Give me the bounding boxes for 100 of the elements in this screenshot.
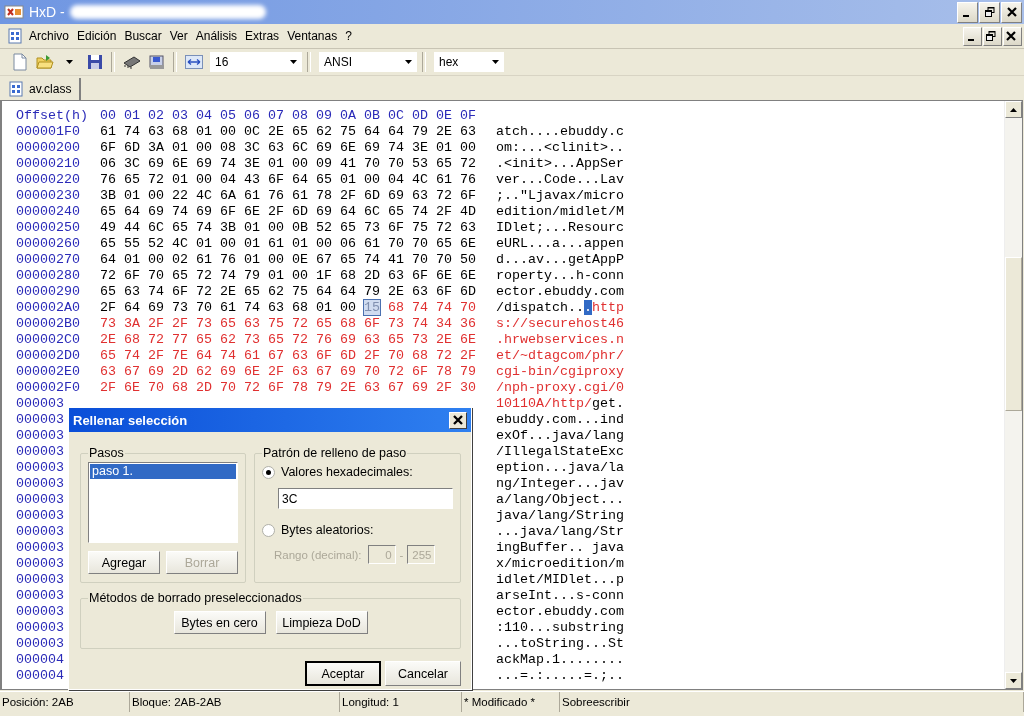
close-button[interactable] — [1003, 26, 1022, 46]
ascii-text: roperty...h-conn — [495, 268, 625, 284]
ascii-text: edition/midlet/M — [495, 204, 625, 220]
offset-label: 000003 — [16, 492, 64, 508]
offset-label: 000002F0 — [16, 380, 80, 396]
close-icon — [1006, 31, 1016, 41]
radio-button[interactable] — [262, 523, 275, 537]
steps-list[interactable]: paso 1. — [88, 462, 238, 543]
ascii-text: .<init>...AppSer — [495, 156, 625, 172]
ascii-text: ector.ebuddy.com — [495, 284, 625, 300]
ascii-text: exOf...java/lang — [495, 428, 625, 444]
menu-item[interactable]: Extras — [241, 27, 284, 45]
offset-label: 000003 — [16, 604, 64, 620]
scrollbar[interactable] — [1004, 101, 1022, 689]
menu-item[interactable]: Análisis — [191, 27, 242, 45]
offset-label: 000003 — [16, 636, 64, 652]
scroll-down-button[interactable] — [1005, 672, 1022, 689]
accept-button[interactable]: Aceptar — [305, 661, 381, 686]
range-label: Rango (decimal): — [274, 548, 362, 561]
preset-button[interactable]: Bytes en cero — [173, 611, 266, 634]
offset-label: 000002D0 — [16, 348, 80, 364]
offset-label: 000003 — [16, 412, 64, 428]
ascii-text: ...java/lang/Str — [495, 524, 625, 540]
offset-label: 00000270 — [16, 252, 80, 268]
window-title: HxD - — [29, 4, 65, 20]
menu-item[interactable]: ? — [341, 27, 356, 45]
offset-label: 000004 — [16, 652, 64, 668]
offset-label: 00000200 — [16, 140, 80, 156]
offset-label: 000003 — [16, 444, 64, 460]
ascii-text: s://securehost46 — [495, 316, 625, 332]
restore-icon — [986, 31, 996, 41]
offset-label: 00000260 — [16, 236, 80, 252]
hex-bytes: 64 01 00 02 61 76 01 00 0E 67 65 74 41 70 70 50 — [100, 252, 477, 268]
offset-label: 000002A0 — [16, 300, 80, 316]
restore-button[interactable] — [979, 1, 1000, 23]
hex-bytes: 2F 64 69 73 70 61 74 63 68 01 00 15 68 74 74 70 — [100, 300, 477, 316]
bytes-per-row-dropdown[interactable]: 16 — [210, 52, 302, 72]
minimize-icon — [962, 15, 969, 17]
ascii-text: idlet/MIDlet...p — [495, 572, 625, 588]
ascii-text: /IllegalStateExc — [495, 444, 625, 460]
radio-button[interactable] — [262, 465, 275, 479]
minimize-button[interactable] — [957, 1, 978, 23]
menu-item[interactable]: Ventanas — [283, 27, 342, 45]
status-text: Bloque: 2AB-2AB — [130, 692, 340, 712]
close-button[interactable] — [449, 411, 467, 429]
column-header: 00 01 02 03 04 05 06 07 08 09 0A 0B 0C 0D 0E 0F — [100, 108, 477, 122]
hex-bytes: 3B 01 00 22 4C 6A 61 76 61 78 2F 6D 69 63 72 6F — [100, 188, 477, 204]
scrollbar-thumb[interactable] — [1005, 257, 1022, 411]
offset-label: 000003 — [16, 556, 64, 572]
document-icon — [8, 28, 22, 44]
offset-label: 000004 — [16, 668, 64, 684]
menu-item[interactable]: Buscar — [120, 27, 166, 45]
input-field[interactable]: 3C — [278, 488, 453, 509]
restore-icon — [984, 7, 995, 17]
close-button[interactable] — [1001, 1, 1022, 23]
hex-bytes: 2E 68 72 77 65 62 73 65 72 76 69 63 65 73 2E 6E — [100, 332, 477, 348]
hex-bytes: 65 55 52 4C 01 00 01 61 01 00 06 61 70 70 65 6E — [100, 236, 477, 252]
close-icon — [1006, 7, 1017, 17]
ascii-text: eption...java/la — [495, 460, 625, 476]
ascii-text: et/~dtagcom/phr/ — [495, 348, 625, 364]
offset-label: 000003 — [16, 588, 64, 604]
hex-bytes: 72 6F 70 65 72 74 79 01 00 1F 68 2D 63 6F 6E 6E — [100, 268, 477, 284]
list-item[interactable]: paso 1. — [90, 464, 236, 479]
offset-label: 00000210 — [16, 156, 80, 172]
offset-label: 00000230 — [16, 188, 80, 204]
caret-icon — [290, 60, 297, 64]
group-label: Pasos — [88, 446, 125, 460]
menu-item[interactable]: Ver — [165, 27, 192, 45]
ascii-text: ...toString...St — [495, 636, 625, 652]
close-icon — [453, 415, 463, 425]
ascii-text: 10110A/http/get. — [495, 396, 625, 412]
hex-bytes: 65 63 74 6F 72 2E 65 62 75 64 64 79 2E 63 6F 6D — [100, 284, 477, 300]
option-label: Valores hexadecimales: — [281, 465, 413, 479]
preset-button[interactable]: Limpieza DoD — [275, 611, 368, 634]
offset-base-dropdown[interactable]: hex — [434, 52, 504, 72]
charset-dropdown[interactable]: ANSI — [319, 52, 417, 72]
minimize-button[interactable] — [963, 26, 982, 46]
cancel-button[interactable]: Cancelar — [385, 661, 461, 686]
menu-item[interactable]: Archivo — [25, 27, 73, 45]
hex-bytes: 63 67 69 2D 62 69 6E 2F 63 67 69 70 72 6F 78 79 — [100, 364, 477, 380]
ascii-text: java/lang/String — [495, 508, 625, 524]
offset-label: 000003 — [16, 524, 64, 540]
status-text: Posición: 2AB — [0, 692, 130, 712]
offset-label: 00000290 — [16, 284, 80, 300]
ascii-text: /dispatch...http — [495, 300, 625, 316]
ascii-text: om:...<clinit>.. — [495, 140, 625, 156]
ascii-text: :110...substring — [495, 620, 625, 636]
ascii-text: ...=.:.....=.;.. — [495, 668, 625, 684]
ascii-text: ackMap.1........ — [495, 652, 625, 668]
restore-button[interactable] — [983, 26, 1002, 46]
ascii-text: eURL...a...appen — [495, 236, 625, 252]
offset-label: 00000240 — [16, 204, 80, 220]
add-button[interactable]: Agregar — [88, 551, 160, 574]
scroll-up-button[interactable] — [1005, 101, 1022, 118]
ascii-text: a/lang/Object... — [495, 492, 625, 508]
menu-item[interactable]: Edición — [73, 27, 121, 45]
minimize-icon — [967, 39, 974, 41]
app-icon — [4, 4, 24, 20]
offset-label: 000003 — [16, 396, 64, 412]
offset-label: 000002C0 — [16, 332, 80, 348]
